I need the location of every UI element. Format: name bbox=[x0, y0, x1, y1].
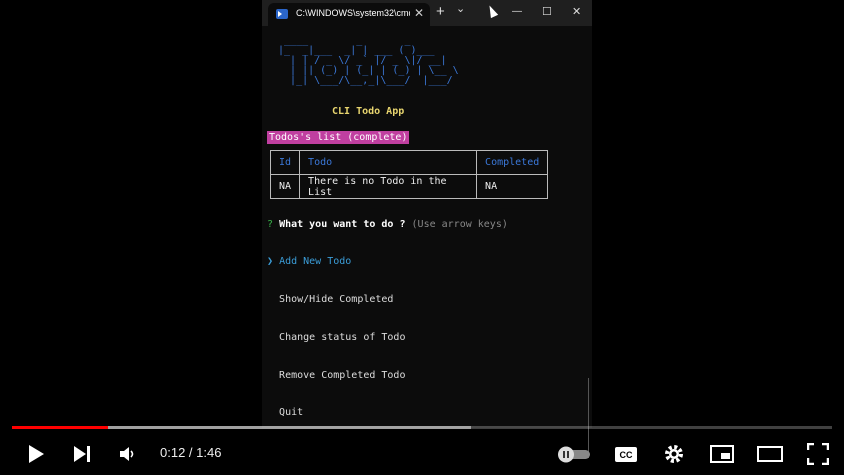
prompt-question: What you want to do ? bbox=[279, 219, 406, 230]
table-header-completed: Completed bbox=[476, 150, 549, 175]
theater-icon[interactable] bbox=[757, 445, 783, 463]
menu-item-label: Quit bbox=[279, 407, 304, 419]
terminal-tab[interactable]: C:\WINDOWS\system32\cmd.e ✕ bbox=[268, 3, 430, 26]
minimize-icon[interactable]: — bbox=[512, 6, 522, 17]
table-cell-completed: NA bbox=[476, 174, 549, 199]
current-time: 0:12 bbox=[160, 445, 186, 460]
miniplayer-icon[interactable] bbox=[710, 445, 734, 463]
settings-icon[interactable] bbox=[663, 443, 685, 465]
table-header-todo: Todo bbox=[299, 150, 478, 175]
video-frame[interactable]: C:\WINDOWS\system32\cmd.e ✕ + ⌄ — ☐ ✕ __… bbox=[0, 0, 844, 475]
close-window-icon[interactable]: ✕ bbox=[572, 5, 581, 18]
tab-title: C:\WINDOWS\system32\cmd.e bbox=[296, 8, 410, 18]
menu-item-remove-completed[interactable]: Remove Completed Todo bbox=[267, 370, 405, 383]
todo-table: Id Todo Completed NA There is no Todo in… bbox=[269, 150, 549, 199]
menu-item-label: Show/Hide Completed bbox=[279, 293, 394, 305]
table-header-row: Id Todo Completed bbox=[269, 150, 549, 175]
duration: 1:46 bbox=[196, 445, 222, 460]
next-icon[interactable] bbox=[72, 445, 92, 463]
tab-dropdown-icon[interactable]: ⌄ bbox=[456, 2, 465, 15]
menu-item-label: Add New Todo bbox=[279, 256, 352, 268]
mouse-cursor-icon bbox=[485, 3, 499, 19]
action-menu: ❯ Add New Todo Show/Hide Completed Chang… bbox=[267, 231, 405, 445]
prompt-line: ? What you want to do ? (Use arrow keys) bbox=[267, 219, 508, 230]
list-title: Todos's list (complete) bbox=[267, 131, 410, 144]
ascii-art-logo: ____ _ _ |_ _|___ _| | ___ ( )___ | | / … bbox=[278, 35, 459, 86]
menu-item-label: Remove Completed Todo bbox=[279, 369, 406, 381]
terminal-titlebar: C:\WINDOWS\system32\cmd.e ✕ + ⌄ — ☐ ✕ bbox=[262, 0, 592, 26]
table-cell-id: NA bbox=[269, 174, 301, 199]
prompt-hint: (Use arrow keys) bbox=[411, 219, 508, 230]
menu-pointer-icon: ❯ bbox=[267, 256, 274, 268]
table-row: NA There is no Todo in the List NA bbox=[269, 174, 549, 199]
terminal-window: C:\WINDOWS\system32\cmd.e ✕ + ⌄ — ☐ ✕ __… bbox=[262, 0, 592, 428]
table-header-id: Id bbox=[269, 150, 301, 175]
time-separator: / bbox=[185, 445, 197, 460]
time-display: 0:12 / 1:46 bbox=[160, 445, 221, 460]
new-tab-icon[interactable]: + bbox=[436, 3, 445, 20]
table-cell-todo: There is no Todo in the List bbox=[299, 174, 478, 199]
prompt-marker: ? bbox=[267, 219, 274, 230]
svg-text:CC: CC bbox=[620, 450, 633, 460]
tab-close-icon[interactable]: ✕ bbox=[414, 6, 424, 20]
menu-item-change-status[interactable]: Change status of Todo bbox=[267, 332, 405, 345]
menu-item-quit[interactable]: Quit bbox=[267, 407, 405, 420]
powershell-icon bbox=[276, 9, 288, 19]
menu-item-add-new-todo[interactable]: ❯ Add New Todo bbox=[267, 256, 405, 269]
maximize-icon[interactable]: ☐ bbox=[542, 5, 552, 18]
menu-item-show-hide-completed[interactable]: Show/Hide Completed bbox=[267, 294, 405, 307]
app-subtitle: CLI Todo App bbox=[332, 106, 405, 117]
volume-icon[interactable] bbox=[119, 445, 139, 463]
fullscreen-icon[interactable] bbox=[807, 443, 829, 465]
play-icon[interactable] bbox=[26, 444, 46, 464]
autoplay-toggle-icon[interactable] bbox=[556, 445, 592, 463]
progress-played bbox=[12, 426, 108, 429]
menu-item-label: Change status of Todo bbox=[279, 331, 406, 343]
cc-icon[interactable]: CC bbox=[614, 445, 638, 463]
